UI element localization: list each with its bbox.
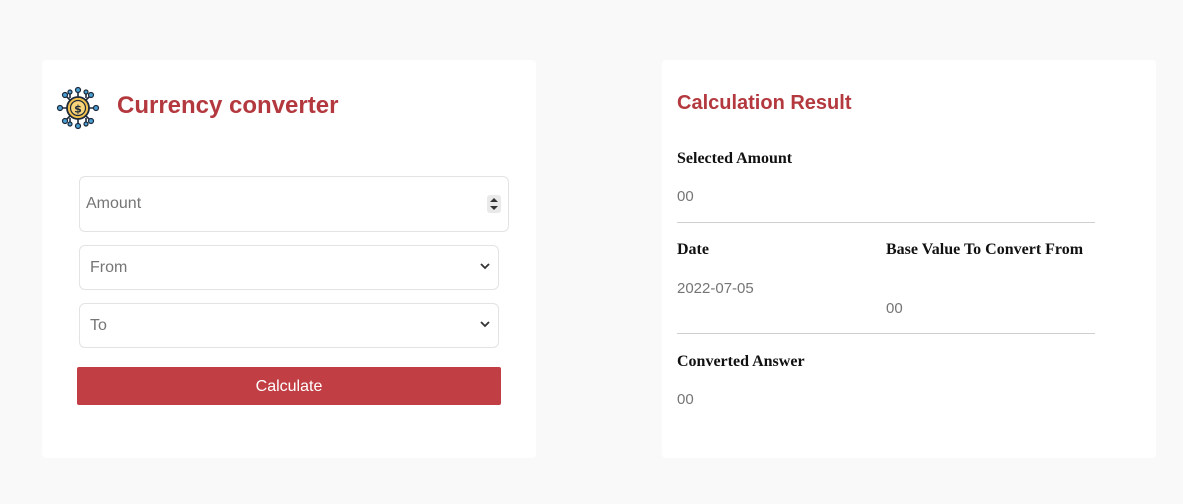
from-select[interactable]: From xyxy=(79,245,499,290)
result-title: Calculation Result xyxy=(677,92,852,114)
currency-network-icon: $ xyxy=(56,86,100,130)
divider xyxy=(677,333,1095,334)
to-select[interactable]: To xyxy=(79,303,499,348)
amount-input[interactable]: Amount xyxy=(79,176,509,232)
chevron-down-icon xyxy=(480,263,490,270)
amount-placeholder: Amount xyxy=(86,195,142,212)
to-select-value: To xyxy=(90,317,107,334)
app-title: Currency converter xyxy=(117,92,339,119)
date-value: 2022-07-05 xyxy=(677,280,754,297)
svg-text:$: $ xyxy=(74,103,82,116)
chevron-down-icon xyxy=(480,321,490,328)
base-value-label: Base Value To Convert From xyxy=(886,241,1084,258)
result-card: Calculation Result Selected Amount 00 Da… xyxy=(662,60,1156,458)
spinner-down-icon[interactable] xyxy=(490,206,498,210)
calculate-button[interactable]: Calculate xyxy=(77,367,501,405)
base-value-value: 00 xyxy=(886,300,903,317)
from-select-value: From xyxy=(90,259,128,276)
converted-answer-label: Converted Answer xyxy=(677,353,805,370)
amount-spinner[interactable] xyxy=(487,195,501,213)
spinner-up-icon[interactable] xyxy=(490,198,498,202)
selected-amount-value: 00 xyxy=(677,188,694,205)
divider xyxy=(677,222,1095,223)
date-label: Date xyxy=(677,241,709,258)
converter-card: $ Currency converter Amount From To Calc… xyxy=(42,60,536,458)
converted-answer-value: 00 xyxy=(677,391,694,408)
selected-amount-label: Selected Amount xyxy=(677,150,793,167)
